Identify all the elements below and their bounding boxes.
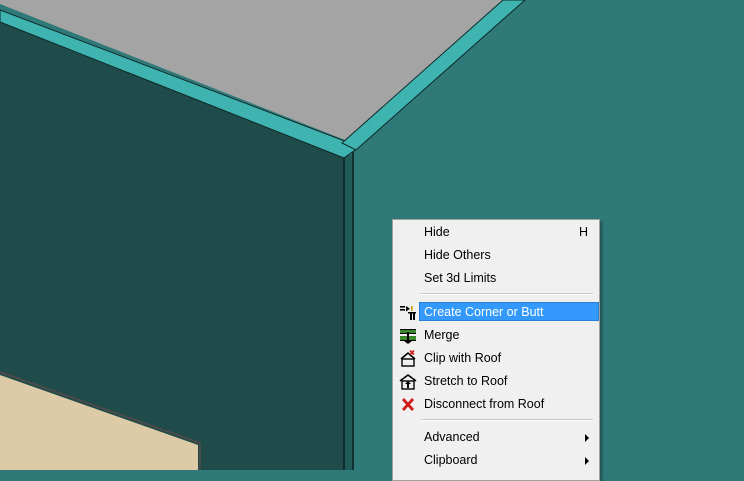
- merge-icon: [400, 329, 416, 344]
- menu-item-hide-others[interactable]: Hide Others: [395, 245, 597, 266]
- menu-separator: [421, 419, 593, 421]
- menu-item-clipboard[interactable]: Clipboard: [395, 450, 597, 471]
- menu-item-disconnect-from-roof[interactable]: Disconnect from Roof: [395, 394, 597, 415]
- shortcut-label: H: [578, 225, 588, 239]
- menu-item-label: Create Corner or Butt: [424, 305, 544, 319]
- menu-item-advanced[interactable]: Advanced: [395, 427, 597, 448]
- menu-separator: [421, 293, 593, 295]
- menu-item-label: Advanced: [424, 430, 480, 444]
- menu-item-label: Hide: [424, 225, 450, 239]
- menu-item-stretch-to-roof[interactable]: Stretch to Roof: [395, 371, 597, 392]
- submenu-arrow-icon: [585, 434, 589, 442]
- menu-item-set-3d-limits[interactable]: Set 3d Limits: [395, 268, 597, 289]
- menu-item-hide[interactable]: Hide H: [395, 222, 597, 243]
- menu-item-label: Hide Others: [424, 248, 491, 262]
- create-corner-icon: [400, 306, 416, 320]
- menu-item-label: Merge: [424, 328, 460, 342]
- menu-item-label: Clip with Roof: [424, 351, 502, 365]
- clip-roof-icon: [400, 350, 416, 367]
- menu-item-clip-with-roof[interactable]: Clip with Roof: [395, 348, 597, 369]
- menu-item-label: Clipboard: [424, 453, 478, 467]
- submenu-arrow-icon: [585, 457, 589, 465]
- disconnect-icon: [401, 398, 415, 411]
- menu-item-label: Stretch to Roof: [424, 374, 508, 388]
- menu-item-create-corner-or-butt[interactable]: Create Corner or Butt: [395, 302, 599, 323]
- menu-item-label: Set 3d Limits: [424, 271, 497, 285]
- wall-corner-edge[interactable]: [344, 155, 353, 470]
- menu-item-merge[interactable]: Merge: [395, 325, 597, 346]
- context-menu: Hide H Hide Others Set 3d Limits Create …: [392, 219, 600, 481]
- stretch-roof-icon: [399, 374, 417, 390]
- 3d-viewport[interactable]: [0, 0, 744, 470]
- menu-item-label: Disconnect from Roof: [424, 397, 545, 411]
